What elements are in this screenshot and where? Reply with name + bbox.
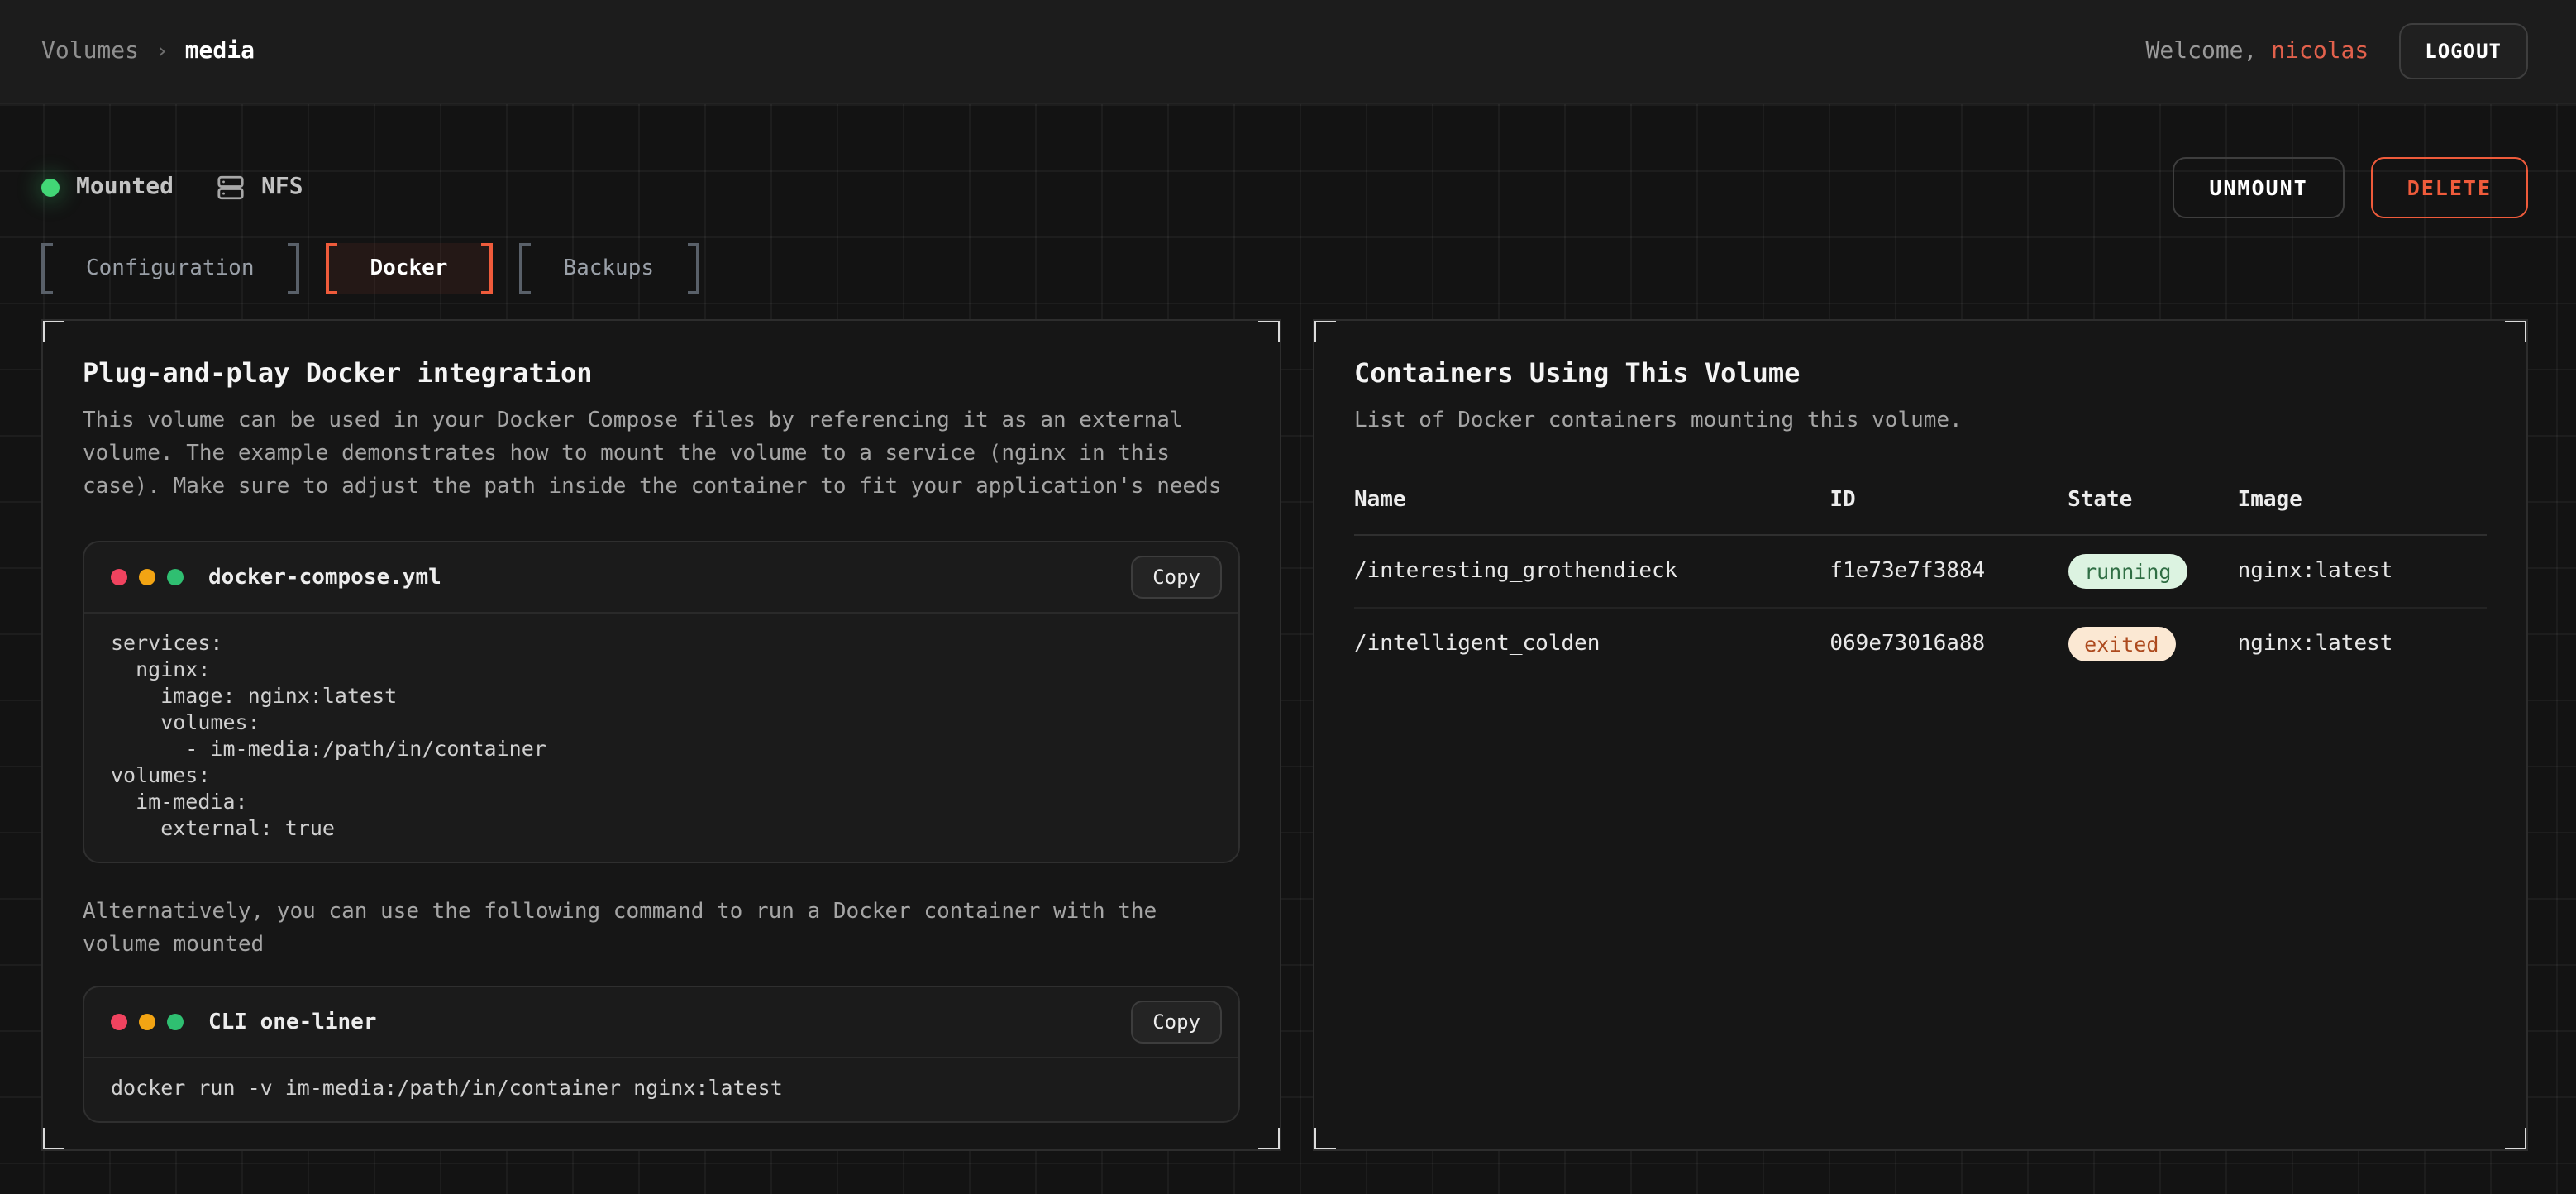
column-header-id: ID bbox=[1829, 488, 2068, 535]
status-badge: running bbox=[2068, 554, 2187, 589]
tab-docker[interactable]: Docker bbox=[326, 243, 493, 294]
top-bar: Volumes › media Welcome, nicolas LOGOUT bbox=[0, 0, 2576, 104]
tab-bracket-right bbox=[288, 243, 299, 294]
panel-corner bbox=[2505, 1128, 2528, 1151]
breadcrumb-current: media bbox=[185, 38, 255, 64]
docker-panel-title: Plug-and-play Docker integration bbox=[83, 357, 1240, 389]
unmount-button[interactable]: UNMOUNT bbox=[2173, 156, 2344, 217]
tab-docker-label: Docker bbox=[337, 243, 481, 294]
cli-code-text: docker run -v im-media:/path/in/containe… bbox=[111, 1075, 1212, 1101]
table-row: /interesting_grothendieck f1e73e7f3884 r… bbox=[1354, 535, 2487, 608]
mounted-badge: Mounted bbox=[41, 174, 174, 200]
docker-panel-description: This volume can be used in your Docker C… bbox=[83, 405, 1240, 504]
volume-actions: UNMOUNT DELETE bbox=[2173, 156, 2528, 217]
status-badges: Mounted NFS bbox=[41, 173, 303, 201]
tab-bracket-right bbox=[480, 243, 492, 294]
compose-copy-button[interactable]: Copy bbox=[1131, 556, 1222, 599]
delete-button[interactable]: DELETE bbox=[2371, 156, 2528, 217]
panel-corner bbox=[1258, 1128, 1281, 1151]
compose-filename: docker-compose.yml bbox=[208, 565, 1131, 590]
traffic-light-red-icon bbox=[111, 569, 127, 585]
compose-code-text: services: nginx: image: nginx:latest vol… bbox=[111, 630, 1212, 842]
compose-code-header: docker-compose.yml Copy bbox=[84, 542, 1238, 612]
server-icon bbox=[217, 173, 245, 201]
containers-panel-title: Containers Using This Volume bbox=[1354, 357, 2487, 389]
containers-table: Name ID State Image /interesting_grothen… bbox=[1354, 488, 2487, 680]
main-content: Mounted NFS UNMOUNT DELETE bbox=[0, 104, 2576, 1194]
nfs-badge: NFS bbox=[217, 173, 303, 201]
panel-corner bbox=[2505, 319, 2528, 342]
traffic-light-amber-icon bbox=[139, 569, 155, 585]
tab-backups-label: Backups bbox=[530, 243, 687, 294]
cli-code-block: CLI one-liner Copy docker run -v im-medi… bbox=[83, 986, 1240, 1123]
table-row: /intelligent_colden 069e73016a88 exited … bbox=[1354, 608, 2487, 680]
cli-copy-button[interactable]: Copy bbox=[1131, 1001, 1222, 1044]
panel-corner bbox=[1313, 319, 1336, 342]
status-badge: exited bbox=[2068, 627, 2175, 661]
traffic-light-amber-icon bbox=[139, 1014, 155, 1030]
status-row: Mounted NFS UNMOUNT DELETE bbox=[41, 104, 2528, 217]
traffic-light-red-icon bbox=[111, 1014, 127, 1030]
cli-title: CLI one-liner bbox=[208, 1010, 1131, 1034]
panel-corner bbox=[41, 319, 64, 342]
mounted-status-dot-icon bbox=[41, 178, 60, 196]
topbar-right: Welcome, nicolas LOGOUT bbox=[2146, 23, 2528, 79]
tab-backups[interactable]: Backups bbox=[518, 243, 699, 294]
tab-bracket-left bbox=[41, 243, 53, 294]
containers-panel-subtitle: List of Docker containers mounting this … bbox=[1354, 405, 2487, 438]
nfs-label: NFS bbox=[261, 174, 303, 200]
container-image: nginx:latest bbox=[2238, 535, 2487, 608]
breadcrumb-volumes-link[interactable]: Volumes bbox=[41, 38, 139, 64]
column-header-name: Name bbox=[1354, 488, 1829, 535]
container-id: 069e73016a88 bbox=[1829, 608, 2068, 680]
cli-intro-text: Alternatively, you can use the following… bbox=[83, 896, 1240, 962]
app-viewport: Volumes › media Welcome, nicolas LOGOUT … bbox=[0, 0, 2576, 1194]
container-name: /interesting_grothendieck bbox=[1354, 535, 1829, 608]
docker-integration-panel: Plug-and-play Docker integration This vo… bbox=[41, 319, 1281, 1151]
tab-bracket-left bbox=[518, 243, 530, 294]
traffic-lights-icon bbox=[111, 569, 184, 585]
breadcrumb: Volumes › media bbox=[41, 38, 255, 64]
welcome-text: Welcome, nicolas bbox=[2146, 38, 2369, 64]
tab-configuration[interactable]: Configuration bbox=[41, 243, 299, 294]
tab-bar: Configuration Docker Backups bbox=[41, 243, 2528, 294]
compose-code-block: docker-compose.yml Copy services: nginx:… bbox=[83, 541, 1240, 863]
welcome-prefix: Welcome, bbox=[2146, 38, 2272, 64]
traffic-light-green-icon bbox=[167, 569, 184, 585]
containers-table-header-row: Name ID State Image bbox=[1354, 488, 2487, 535]
column-header-state: State bbox=[2068, 488, 2238, 535]
logout-button[interactable]: LOGOUT bbox=[2398, 23, 2528, 79]
tab-bracket-left bbox=[326, 243, 337, 294]
panels-row: Plug-and-play Docker integration This vo… bbox=[41, 319, 2528, 1151]
container-name: /intelligent_colden bbox=[1354, 608, 1829, 680]
panel-corner bbox=[1313, 1128, 1336, 1151]
cli-code-header: CLI one-liner Copy bbox=[84, 987, 1238, 1057]
panel-corner bbox=[1258, 319, 1281, 342]
tab-bracket-right bbox=[687, 243, 699, 294]
column-header-image: Image bbox=[2238, 488, 2487, 535]
tab-configuration-label: Configuration bbox=[53, 243, 288, 294]
container-id: f1e73e7f3884 bbox=[1829, 535, 2068, 608]
cli-code-body: docker run -v im-media:/path/in/containe… bbox=[84, 1057, 1238, 1121]
compose-code-body: services: nginx: image: nginx:latest vol… bbox=[84, 612, 1238, 862]
traffic-lights-icon bbox=[111, 1014, 184, 1030]
containers-panel: Containers Using This Volume List of Doc… bbox=[1313, 319, 2528, 1151]
breadcrumb-chevron-icon: › bbox=[155, 39, 169, 64]
mounted-label: Mounted bbox=[76, 174, 174, 200]
container-image: nginx:latest bbox=[2238, 608, 2487, 680]
panel-corner bbox=[41, 1128, 64, 1151]
username: nicolas bbox=[2271, 38, 2368, 64]
traffic-light-green-icon bbox=[167, 1014, 184, 1030]
